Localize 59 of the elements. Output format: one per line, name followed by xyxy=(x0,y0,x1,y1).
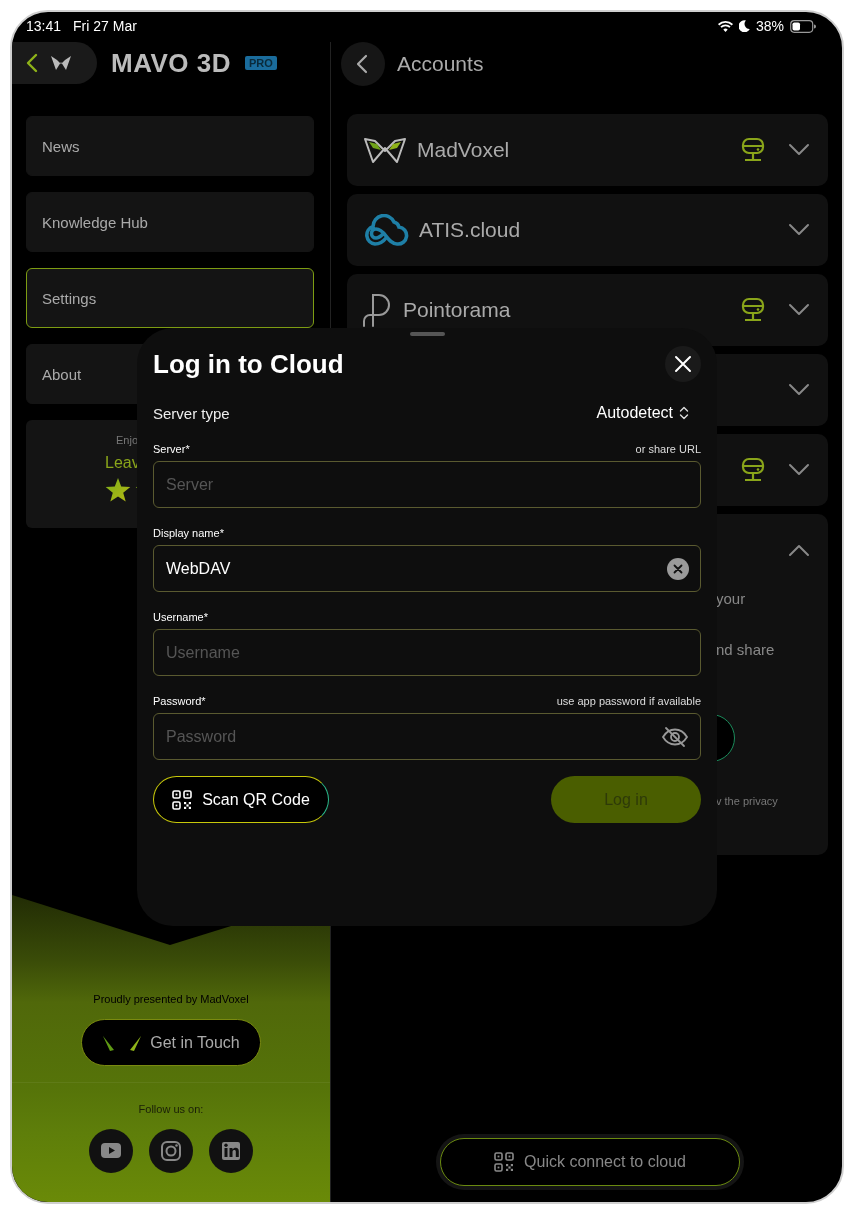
instagram-icon[interactable] xyxy=(149,1129,193,1173)
chevron-down-icon[interactable] xyxy=(788,463,810,477)
chevron-up-icon[interactable] xyxy=(788,543,810,557)
youtube-icon[interactable] xyxy=(89,1129,133,1173)
logo-icon xyxy=(50,55,72,71)
madvoxel-logo-icon xyxy=(363,136,407,164)
chevron-down-icon[interactable] xyxy=(788,303,810,317)
back-button[interactable] xyxy=(12,42,97,84)
rating-prompt: Enjo xyxy=(115,434,140,446)
cloud-logo-icon xyxy=(363,214,409,246)
chevron-down-icon[interactable] xyxy=(788,223,810,237)
field-label: Password* xyxy=(153,695,206,707)
input-field[interactable]: Password xyxy=(153,713,701,760)
qr-code-icon xyxy=(494,1152,515,1172)
pro-badge: PRO xyxy=(245,56,277,70)
moon-icon xyxy=(738,20,750,32)
scan-qr-button[interactable]: Scan QR Code xyxy=(153,776,329,823)
page-title: Accounts xyxy=(397,52,484,76)
clear-icon[interactable] xyxy=(667,557,689,580)
account-name: Pointorama xyxy=(403,298,511,322)
close-icon[interactable] xyxy=(665,346,701,382)
credit-text: Proudly presented by MadVoxel xyxy=(93,993,249,1005)
nav-item[interactable]: Settings xyxy=(26,268,314,328)
drag-handle[interactable] xyxy=(409,332,445,336)
app-title: MAVO 3D xyxy=(111,47,232,79)
input-field[interactable]: Server xyxy=(153,461,701,508)
field-label: Server type xyxy=(153,404,230,422)
nav-item[interactable]: Knowledge Hub xyxy=(26,192,314,252)
qr-code-icon xyxy=(172,789,193,810)
follow-label: Follow us on: xyxy=(138,1103,204,1115)
date: Fri 27 Mar xyxy=(73,18,137,34)
eye-off-icon[interactable] xyxy=(661,725,689,748)
up-down-icon xyxy=(679,406,689,420)
description-text: your xyxy=(716,590,747,607)
linkedin-icon[interactable] xyxy=(209,1129,253,1173)
field-label: Display name* xyxy=(153,527,224,539)
dialog-title: Log in to Cloud xyxy=(153,348,344,380)
chevron-left-icon xyxy=(26,53,38,73)
server-type-picker[interactable]: Autodetect xyxy=(596,404,701,422)
account-name: ATIS.cloud xyxy=(419,218,521,242)
chevron-down-icon[interactable] xyxy=(788,143,810,157)
battery-icon xyxy=(790,19,816,33)
star-icon[interactable] xyxy=(105,478,131,503)
field-label: Server* xyxy=(153,443,190,455)
letter-p-icon xyxy=(363,293,393,327)
back-button-icon[interactable] xyxy=(341,42,385,86)
account-name: MadVoxel xyxy=(417,138,510,162)
battery-percent: 38% xyxy=(755,18,784,34)
input-field[interactable]: Username xyxy=(153,629,701,676)
chevron-down-icon[interactable] xyxy=(788,383,810,397)
clock: 13:41 xyxy=(26,18,62,34)
nav-item[interactable]: News xyxy=(26,116,314,176)
field-label: Username* xyxy=(153,611,209,623)
field-hint: or share URL xyxy=(635,443,701,455)
get-in-touch-button[interactable]: Get in Touch xyxy=(81,1019,261,1066)
description-text: nd share xyxy=(716,641,776,658)
field-hint: use app password if available xyxy=(556,695,701,707)
input-field[interactable]: WebDAV xyxy=(153,545,701,592)
wifi-icon xyxy=(717,20,733,32)
